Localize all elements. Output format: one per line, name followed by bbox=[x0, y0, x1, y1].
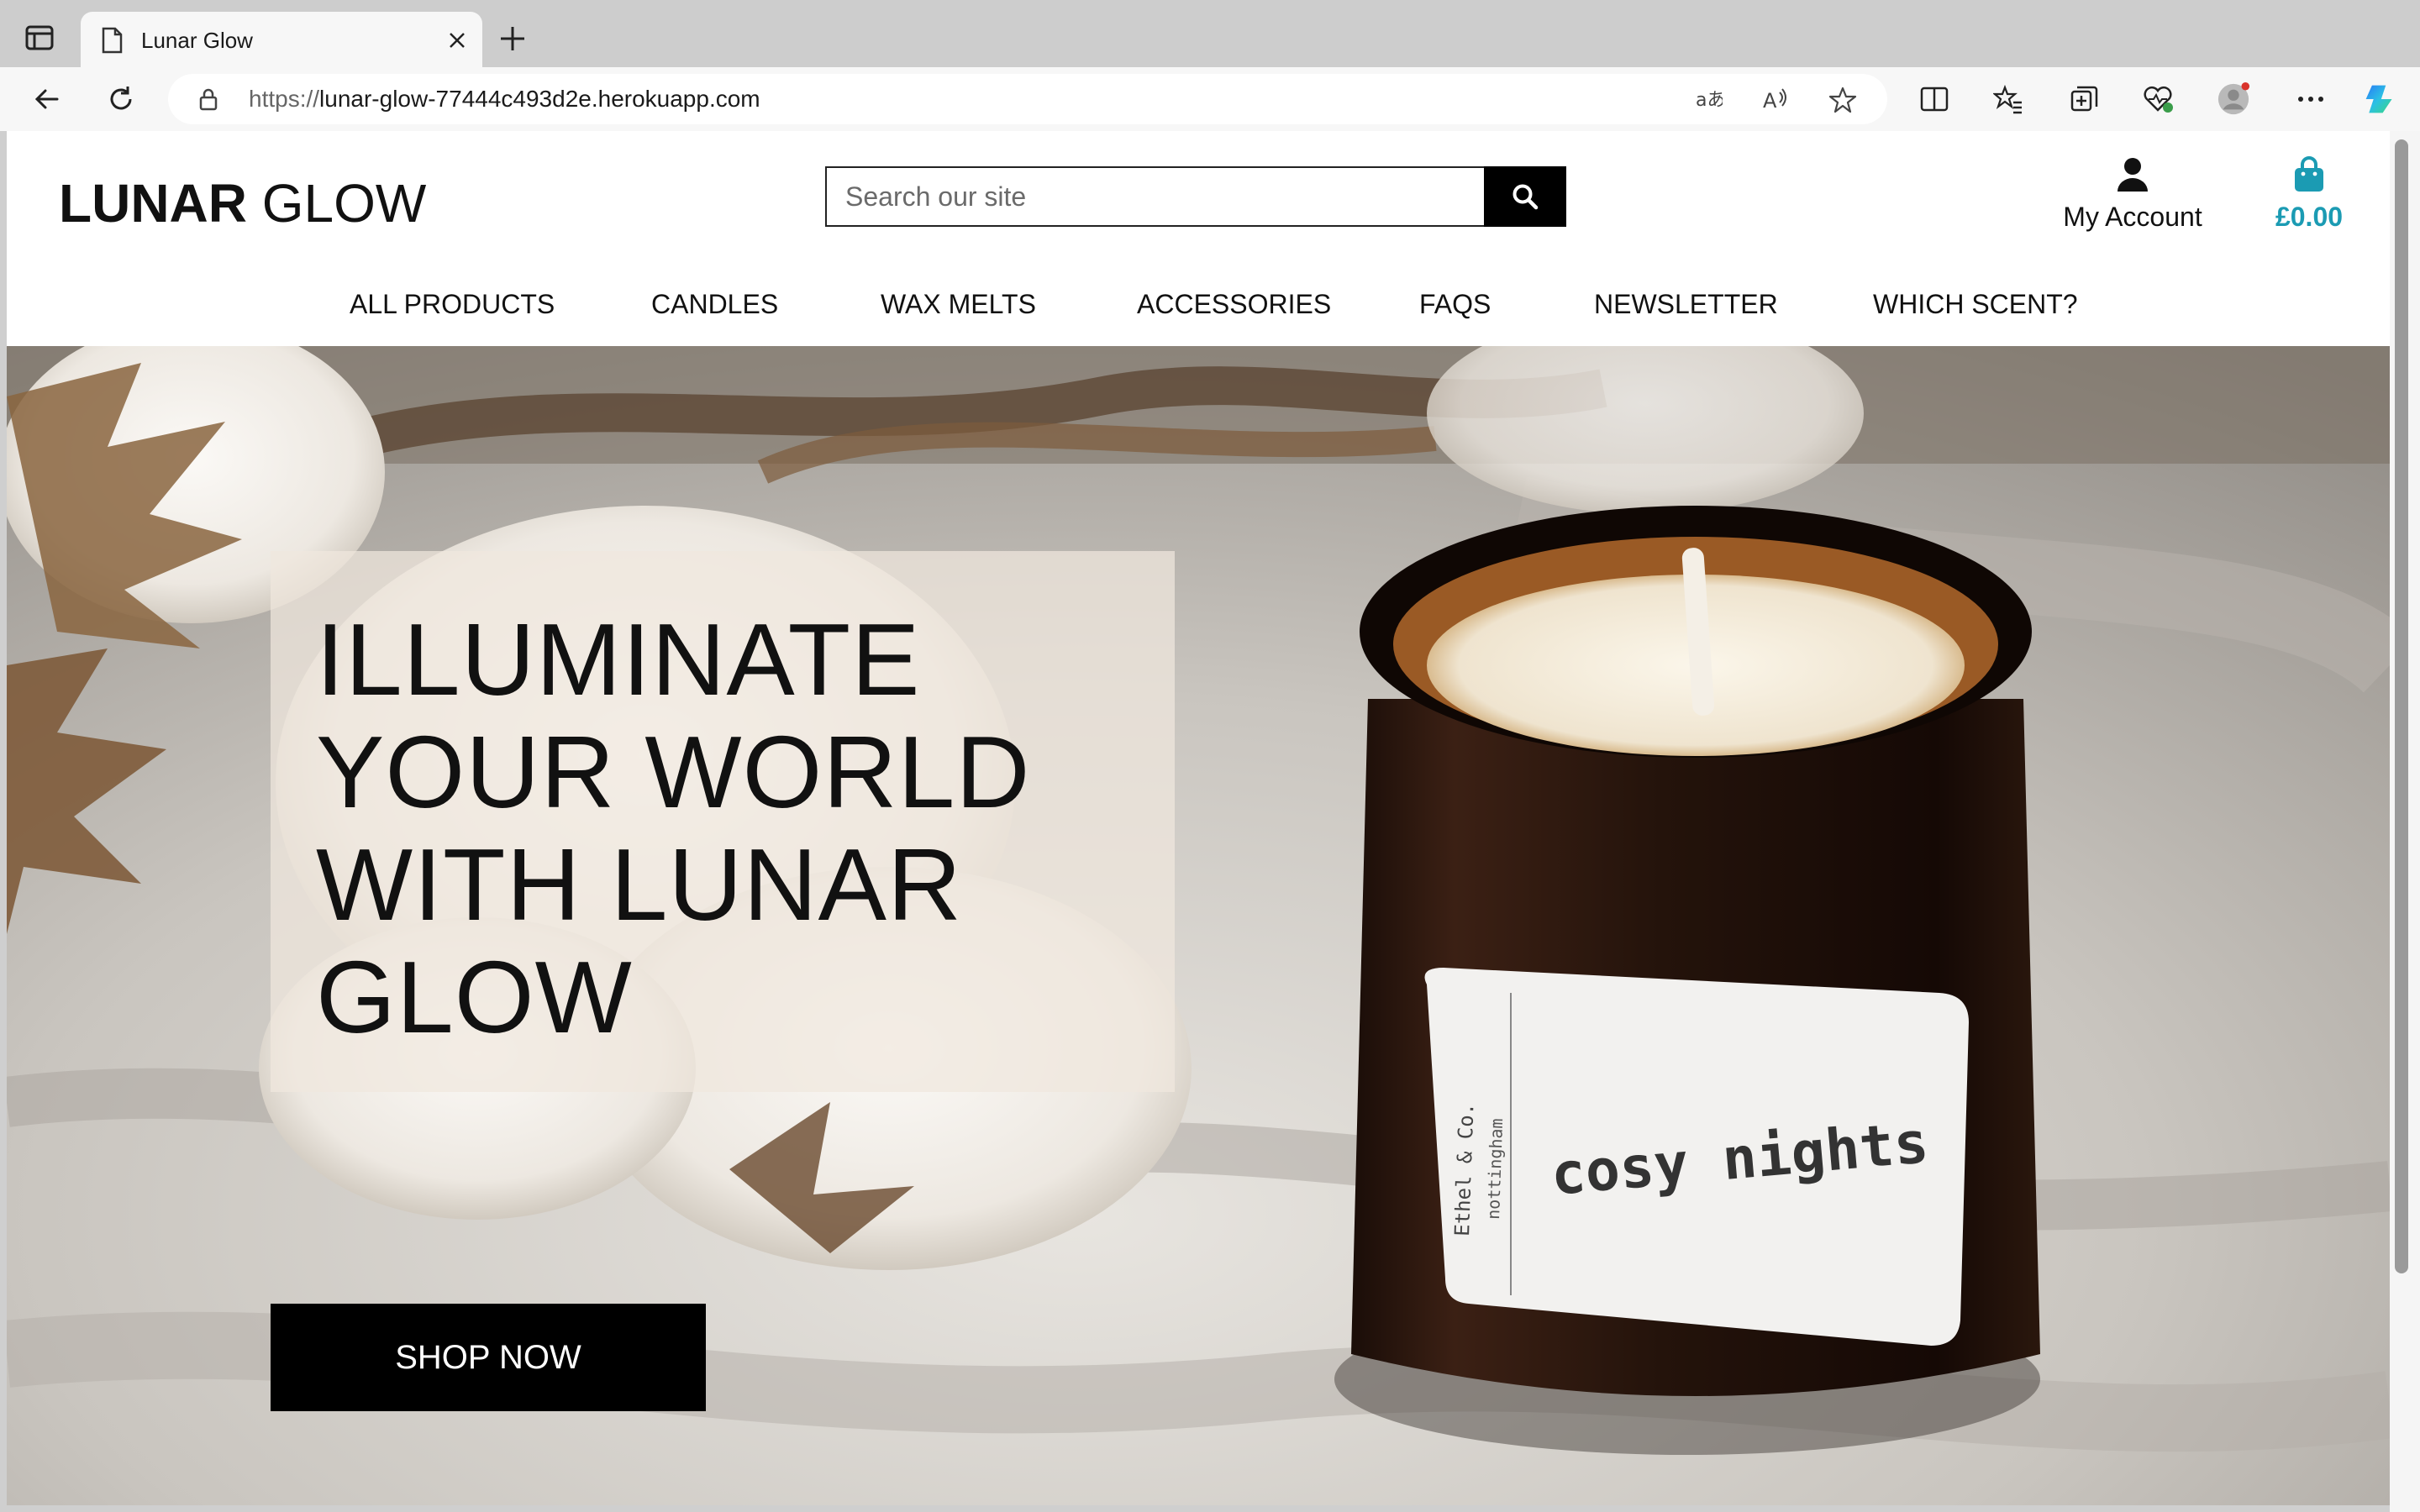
shopping-bag-icon bbox=[2295, 156, 2323, 192]
browser-tab-active[interactable]: Lunar Glow bbox=[81, 12, 482, 67]
browser-toolbar: https://lunar-glow-77444c493d2e.herokuap… bbox=[0, 67, 2420, 131]
split-screen-icon[interactable] bbox=[1918, 82, 1951, 116]
search-input[interactable] bbox=[825, 166, 1484, 227]
profile-avatar[interactable] bbox=[2217, 82, 2250, 116]
user-icon bbox=[2118, 158, 2148, 192]
more-options-icon[interactable] bbox=[2294, 82, 2328, 116]
tab-title: Lunar Glow bbox=[141, 28, 253, 53]
address-bar[interactable]: https://lunar-glow-77444c493d2e.herokuap… bbox=[168, 74, 1887, 124]
page-icon bbox=[102, 27, 123, 54]
browser-essentials-icon[interactable] bbox=[2141, 82, 2175, 116]
lock-icon[interactable] bbox=[195, 86, 222, 113]
nav-candles[interactable]: CANDLES bbox=[651, 279, 778, 329]
favorite-star-icon[interactable] bbox=[1828, 86, 1857, 114]
nav-newsletter[interactable]: NEWSLETTER bbox=[1594, 279, 1778, 329]
copilot-icon[interactable] bbox=[2363, 82, 2396, 116]
hero-banner: cosy nights Ethel & Co. nottingham ILLUM… bbox=[7, 346, 2390, 1505]
hero-title: ILLUMINATE YOUR WORLD WITH LUNAR GLOW bbox=[316, 602, 1031, 1054]
search-icon bbox=[1512, 184, 1539, 210]
favorites-icon[interactable] bbox=[1991, 82, 2025, 116]
read-aloud-icon[interactable]: A bbox=[1761, 86, 1790, 114]
bag-total: £0.00 bbox=[2275, 202, 2344, 232]
search-form bbox=[825, 166, 1566, 230]
close-tab-icon[interactable] bbox=[444, 27, 471, 54]
candle-brand-text: Ethel & Co. bbox=[1450, 1102, 1479, 1236]
nav-which-scent[interactable]: WHICH SCENT? bbox=[1873, 279, 2078, 329]
my-account-label: My Account bbox=[2063, 202, 2202, 232]
nav-wax-melts[interactable]: WAX MELTS bbox=[881, 279, 1036, 329]
nav-faqs[interactable]: FAQS bbox=[1419, 279, 1491, 329]
scrollbar-thumb[interactable] bbox=[2395, 139, 2408, 1273]
candle-brand-sub-text: nottingham bbox=[1483, 1118, 1507, 1220]
browser-tab-bar: Lunar Glow bbox=[0, 0, 2420, 67]
nav-accessories[interactable]: ACCESSORIES bbox=[1137, 279, 1331, 329]
collections-icon[interactable] bbox=[2067, 82, 2101, 116]
my-account-link[interactable]: My Account bbox=[2049, 156, 2217, 240]
nav-all-products[interactable]: ALL PRODUCTS bbox=[350, 279, 555, 329]
translate-icon[interactable]: aあ bbox=[1694, 86, 1723, 114]
shop-now-button[interactable]: SHOP NOW bbox=[271, 1304, 706, 1411]
back-icon[interactable] bbox=[30, 82, 64, 116]
reload-icon[interactable] bbox=[104, 82, 138, 116]
svg-text:aあ: aあ bbox=[1696, 90, 1723, 111]
shopping-bag-link[interactable]: £0.00 bbox=[2259, 156, 2360, 240]
tab-actions-icon[interactable] bbox=[24, 24, 55, 52]
svg-text:A: A bbox=[1763, 89, 1777, 113]
new-tab-icon[interactable] bbox=[497, 24, 528, 54]
hero-text-panel: ILLUMINATE YOUR WORLD WITH LUNAR GLOW bbox=[271, 551, 1175, 1092]
main-nav: ALL PRODUCTS CANDLES WAX MELTS ACCESSORI… bbox=[7, 279, 2390, 329]
search-button[interactable] bbox=[1484, 166, 1566, 227]
web-page: LUNAR GLOW My Account £0.00 ALL PRODUCTS… bbox=[7, 131, 2390, 1505]
url-text: https://lunar-glow-77444c493d2e.herokuap… bbox=[249, 86, 760, 112]
site-logo[interactable]: LUNAR GLOW bbox=[59, 170, 426, 237]
